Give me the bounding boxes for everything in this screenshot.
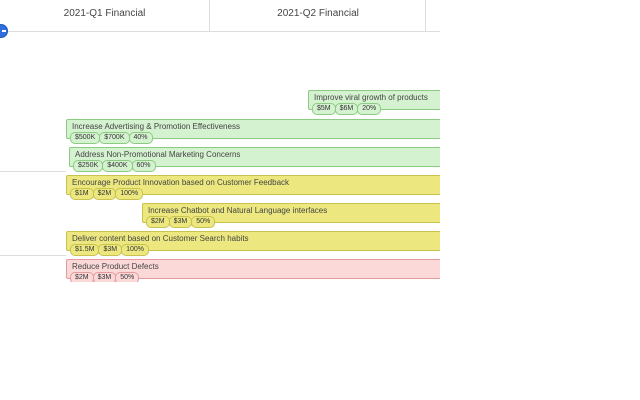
initiative-metrics: $1.5M $3M 100%: [70, 244, 149, 256]
initiative-bar[interactable]: Address Non-Promotional Marketing Concer…: [69, 147, 440, 172]
initiative-bar[interactable]: Reduce Product Defects $2M $3M 50%: [66, 259, 440, 282]
metric-chip: 50%: [191, 216, 216, 228]
collapse-toggle-icon[interactable]: [0, 24, 8, 38]
metric-chip: $700K: [99, 132, 130, 144]
metric-chip: $1.5M: [70, 244, 100, 256]
metric-chip: 40%: [128, 132, 153, 144]
timeline-header: 2021-Q1 Financial 2021-Q2 Financial: [0, 0, 440, 32]
metric-chip: 100%: [121, 244, 149, 256]
initiative-title: Increase Chatbot and Natural Language in…: [148, 206, 328, 215]
metric-chip: $400K: [102, 160, 133, 172]
metric-chip: $500K: [70, 132, 101, 144]
column-header-q2: 2021-Q2 Financial: [277, 8, 359, 19]
metric-chip: 20%: [357, 103, 382, 115]
initiative-bar[interactable]: Deliver content based on Customer Search…: [66, 231, 440, 256]
metric-chip: 60%: [131, 160, 156, 172]
group-divider: [0, 171, 66, 172]
initiative-bar[interactable]: Increase Chatbot and Natural Language in…: [142, 203, 440, 228]
metric-chip: $3M: [92, 272, 117, 282]
metric-chip: $250K: [73, 160, 104, 172]
initiative-title: Address Non-Promotional Marketing Concer…: [75, 150, 241, 159]
initiative-bar[interactable]: Improve viral growth of products $5M $6M 2…: [308, 90, 440, 115]
metric-chip: $1M: [70, 188, 94, 200]
initiative-metrics: $2M $3M 50%: [146, 216, 216, 228]
initiative-title: Increase Advertising & Promotion Effecti…: [72, 122, 240, 131]
column-header-q1: 2021-Q1 Financial: [63, 8, 146, 19]
initiative-bar[interactable]: Increase Advertising & Promotion Effecti…: [66, 119, 440, 144]
metric-chip: $2M: [70, 272, 94, 282]
initiative-metrics: $250K $400K 60%: [73, 160, 156, 172]
metric-chip: $2M: [146, 216, 170, 228]
metric-chip: 100%: [115, 188, 144, 200]
initiative-title: Reduce Product Defects: [72, 262, 159, 271]
metric-chip: $6M: [334, 103, 359, 115]
group-divider: [0, 255, 66, 256]
metric-chip: $3M: [168, 216, 193, 228]
initiative-metrics: $500K $700K 40%: [70, 132, 153, 144]
initiative-metrics: $5M $6M 20%: [312, 103, 382, 115]
metric-chip: $5M: [312, 103, 336, 115]
initiative-title: Deliver content based on Customer Search…: [72, 234, 249, 243]
initiative-metrics: $1M $2M 100%: [70, 188, 144, 200]
metric-chip: 50%: [115, 272, 140, 282]
metric-chip: $3M: [98, 244, 123, 256]
roadmap-timeline: 2021-Q1 Financial 2021-Q2 Financial Impr…: [0, 0, 440, 282]
initiative-title: Encourage Product Innovation based on Cu…: [72, 178, 290, 187]
column-divider: [425, 0, 426, 31]
initiative-metrics: $2M $3M 50%: [70, 272, 140, 282]
metric-chip: $2M: [92, 188, 117, 200]
initiative-title: Improve viral growth of products: [314, 93, 428, 102]
initiative-bar[interactable]: Encourage Product Innovation based on Cu…: [66, 175, 440, 200]
